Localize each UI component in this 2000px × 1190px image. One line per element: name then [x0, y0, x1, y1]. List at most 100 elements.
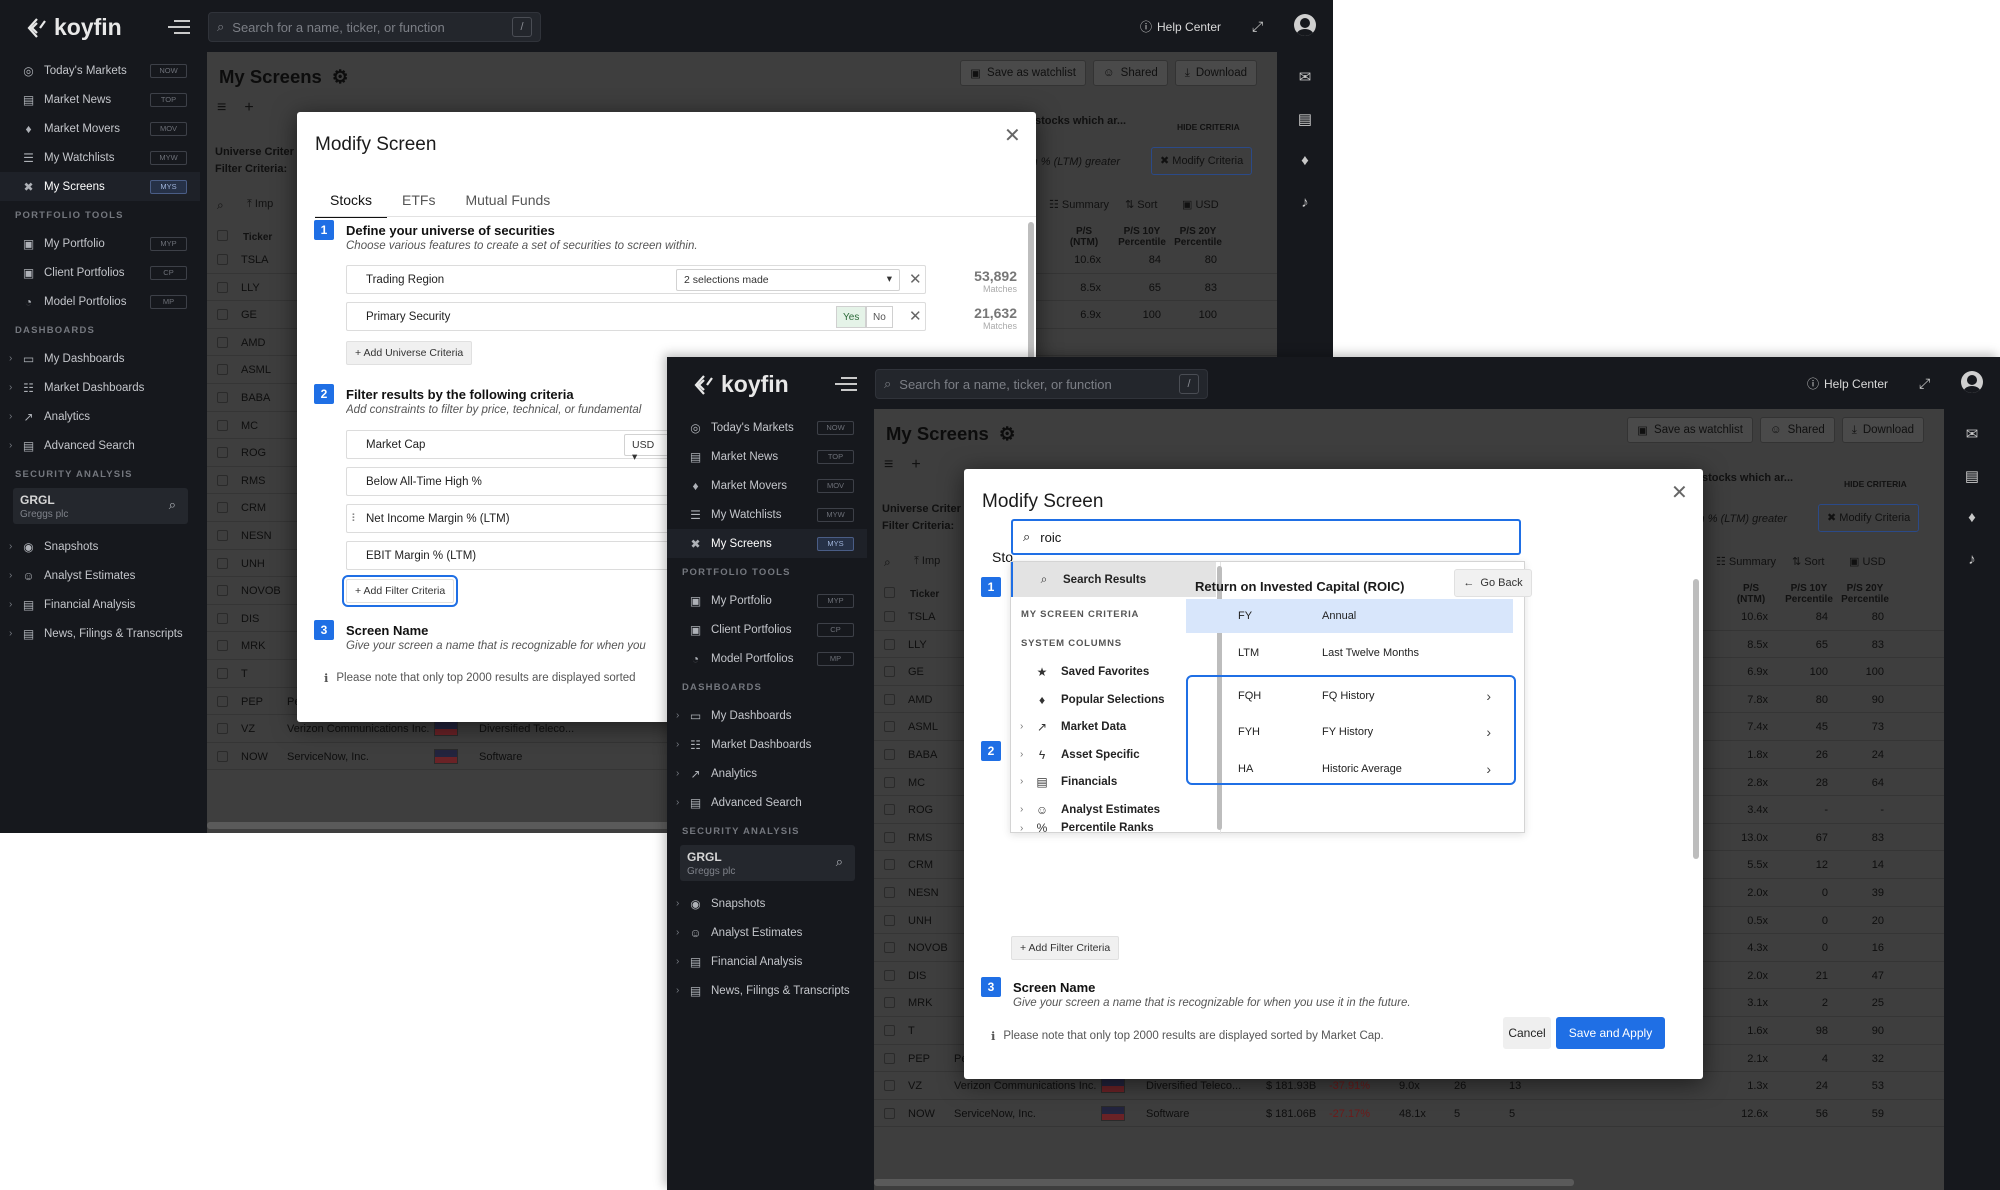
ticker-cell[interactable]: DIS: [908, 970, 926, 982]
sidebar-item-market-movers[interactable]: ♦ Market Movers MOV: [667, 471, 867, 500]
ticker-cell[interactable]: NESN: [241, 530, 272, 542]
search-results-item[interactable]: ⌕ Search Results: [1011, 562, 1216, 597]
ticker-cell[interactable]: MC: [908, 777, 925, 789]
brand-logo[interactable]: koyfin: [693, 371, 789, 398]
sidebar-item-todays-markets[interactable]: ◎ Today's Markets NOW: [667, 413, 867, 442]
row-checkbox[interactable]: [884, 666, 895, 678]
row-checkbox[interactable]: [217, 530, 228, 541]
menu-collapse-icon[interactable]: [835, 373, 857, 393]
ticker-cell[interactable]: UNH: [241, 558, 265, 570]
search-icon[interactable]: ⌕: [836, 854, 843, 870]
ticker-cell[interactable]: MC: [241, 420, 258, 432]
ticker-cell[interactable]: NESN: [908, 887, 939, 899]
row-checkbox[interactable]: [884, 859, 895, 871]
sidebar-item-my-screens[interactable]: ✖ My Screens MYS: [0, 172, 200, 201]
news-icon[interactable]: ▤: [1962, 467, 1982, 485]
modal-scrollbar[interactable]: [1693, 579, 1699, 859]
tab-mutual-funds[interactable]: Mutual Funds: [450, 192, 565, 218]
sidebar-item-news-filings[interactable]: › ▤ News, Filings & Transcripts: [0, 619, 200, 648]
column-header-ps-20y[interactable]: P/S 20Y Percentile: [1171, 226, 1225, 248]
row-checkbox[interactable]: [217, 474, 228, 486]
row-checkbox[interactable]: [884, 749, 895, 760]
user-avatar-icon[interactable]: [1961, 371, 1983, 393]
ticker-cell[interactable]: UNH: [908, 915, 932, 927]
ticker-cell[interactable]: ASML: [908, 721, 938, 733]
row-checkbox[interactable]: [217, 254, 228, 265]
ticker-cell[interactable]: LLY: [908, 639, 927, 651]
ticker-cell[interactable]: NOW: [241, 751, 268, 763]
ticker-cell[interactable]: MRK: [241, 640, 265, 652]
sidebar-item-market-movers[interactable]: ♦ Market Movers MOV: [0, 114, 200, 143]
row-checkbox[interactable]: [884, 1107, 895, 1119]
row-checkbox[interactable]: [884, 831, 895, 843]
sidebar-item-advanced-search[interactable]: › ▤ Advanced Search: [667, 788, 867, 817]
bell-icon[interactable]: ♪: [1295, 194, 1315, 212]
ticker-cell[interactable]: BABA: [908, 749, 937, 761]
row-checkbox[interactable]: [217, 695, 228, 707]
row-checkbox[interactable]: [884, 721, 895, 733]
row-checkbox[interactable]: [884, 887, 895, 898]
currency-button[interactable]: ▣ USD: [1182, 198, 1219, 211]
row-checkbox[interactable]: [884, 969, 895, 981]
sidebar-item-news-filings[interactable]: › ▤ News, Filings & Transcripts: [667, 976, 867, 1005]
screen-tab[interactable]: stocks which ar...: [1702, 472, 1793, 484]
ticker-cell[interactable]: ROG: [908, 804, 933, 816]
search-icon[interactable]: ⌕: [884, 555, 891, 570]
summary-button[interactable]: ☷ Summary: [1049, 198, 1109, 211]
close-icon[interactable]: ✕: [1671, 483, 1688, 503]
ticker-cell[interactable]: ASML: [241, 364, 271, 376]
fullscreen-icon[interactable]: ⤢: [1919, 375, 1935, 391]
option-ha[interactable]: HA Historic Average ›: [1186, 752, 1513, 786]
row-checkbox[interactable]: [884, 776, 895, 788]
column-header-ticker[interactable]: Ticker: [910, 589, 939, 600]
sidebar-item-market-news[interactable]: ▤ Market News TOP: [667, 442, 867, 471]
row-checkbox[interactable]: [217, 281, 228, 293]
option-fyh[interactable]: FYH FY History ›: [1186, 715, 1513, 749]
list-icon[interactable]: ≡: [217, 99, 226, 117]
column-header-ticker[interactable]: Ticker: [243, 232, 272, 243]
security-selector[interactable]: GRGL Greggs plc ⌕: [680, 845, 855, 881]
table-row[interactable]: NOW ServiceNow, Inc. Software $ 181.06B -27.…: [874, 1100, 1944, 1128]
list-icon[interactable]: ≡: [884, 456, 893, 474]
row-checkbox[interactable]: [217, 336, 228, 348]
tab-stocks[interactable]: Stocks: [315, 192, 388, 218]
ticker-cell[interactable]: VZ: [908, 1080, 922, 1092]
flame-icon[interactable]: ♦: [1295, 152, 1315, 170]
search-icon[interactable]: ⌕: [217, 198, 224, 213]
ticker-cell[interactable]: AMD: [241, 337, 265, 349]
option-fy[interactable]: FY Annual: [1186, 599, 1513, 633]
go-back-button[interactable]: ← Go Back: [1454, 569, 1532, 597]
row-checkbox[interactable]: [884, 942, 895, 954]
option-fqh[interactable]: FQH FQ History ›: [1186, 679, 1513, 713]
yes-toggle[interactable]: Yes: [836, 306, 867, 328]
column-header-ps-20y[interactable]: P/S 20Y Percentile: [1838, 583, 1892, 605]
criteria-search-input[interactable]: ⌕ roic: [1011, 519, 1521, 555]
download-button[interactable]: ⤓ Download: [1174, 60, 1257, 86]
menu-collapse-icon[interactable]: [168, 16, 190, 36]
help-center-link[interactable]: ⓘ Help Center: [1807, 375, 1888, 392]
chat-icon[interactable]: ✉: [1295, 68, 1315, 86]
summary-button[interactable]: ☷ Summary: [1716, 555, 1776, 568]
no-toggle[interactable]: No: [866, 306, 893, 328]
tab-etfs[interactable]: ETFs: [387, 192, 450, 218]
column-header-ps-10y[interactable]: P/S 10Y Percentile: [1782, 583, 1836, 605]
chat-icon[interactable]: ✉: [1962, 425, 1982, 443]
row-checkbox[interactable]: [884, 804, 895, 816]
sidebar-item-financial-analysis[interactable]: › ▤ Financial Analysis: [0, 590, 200, 619]
sidebar-item-market-news[interactable]: ▤ Market News TOP: [0, 85, 200, 114]
sidebar-item-client-portfolios[interactable]: ▣ Client Portfolios CP: [0, 258, 200, 287]
sidebar-item-analytics[interactable]: › ↗ Analytics: [667, 759, 867, 788]
ticker-cell[interactable]: GE: [241, 309, 257, 321]
sidebar-item-my-portfolio[interactable]: ▣ My Portfolio MYP: [667, 586, 867, 615]
ticker-cell[interactable]: AMD: [908, 694, 932, 706]
add-icon[interactable]: +: [911, 456, 920, 474]
currency-select[interactable]: USD ▾: [624, 434, 669, 463]
gear-icon[interactable]: ⚙: [999, 423, 1016, 445]
help-center-link[interactable]: ⓘ Help Center: [1140, 18, 1221, 35]
row-checkbox[interactable]: [884, 611, 895, 622]
save-watchlist-button[interactable]: ▣ Save as watchlist: [960, 60, 1086, 86]
sidebar-item-todays-markets[interactable]: ◎ Today's Markets NOW: [0, 56, 200, 85]
save-and-apply-button[interactable]: Save and Apply: [1556, 1017, 1665, 1049]
add-icon[interactable]: +: [244, 99, 253, 117]
cancel-button[interactable]: Cancel: [1503, 1017, 1551, 1049]
